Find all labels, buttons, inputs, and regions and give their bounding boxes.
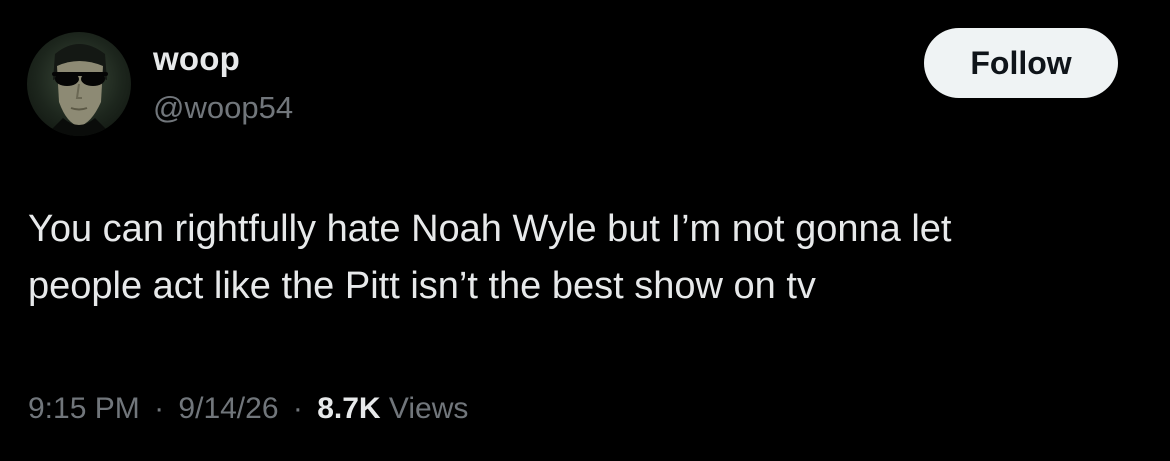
views-count[interactable]: 8.7K xyxy=(317,392,380,425)
meta-separator: · xyxy=(154,392,165,425)
user-handle[interactable]: @woop54 xyxy=(153,90,293,126)
views-label: Views xyxy=(388,392,469,425)
follow-button[interactable]: Follow xyxy=(924,28,1118,98)
avatar-image xyxy=(45,44,113,136)
tweet-date[interactable]: 9/14/26 xyxy=(178,392,278,425)
tweet-text-line: You can rightfully hate Noah Wyle but I’… xyxy=(28,208,952,250)
tweet-text: You can rightfully hate Noah Wyle but I’… xyxy=(28,201,1128,315)
tweet-time[interactable]: 9:15 PM xyxy=(28,392,140,425)
meta-separator: · xyxy=(292,392,303,425)
tweet-meta: 9:15 PM · 9/14/26 · 8.7K Views xyxy=(28,392,468,426)
avatar[interactable] xyxy=(27,32,131,136)
tweet-card: woop @woop54 Follow You can rightfully h… xyxy=(0,0,1170,461)
display-name[interactable]: woop xyxy=(153,40,240,78)
tweet-text-line: people act like the Pitt isn’t the best … xyxy=(28,265,816,307)
